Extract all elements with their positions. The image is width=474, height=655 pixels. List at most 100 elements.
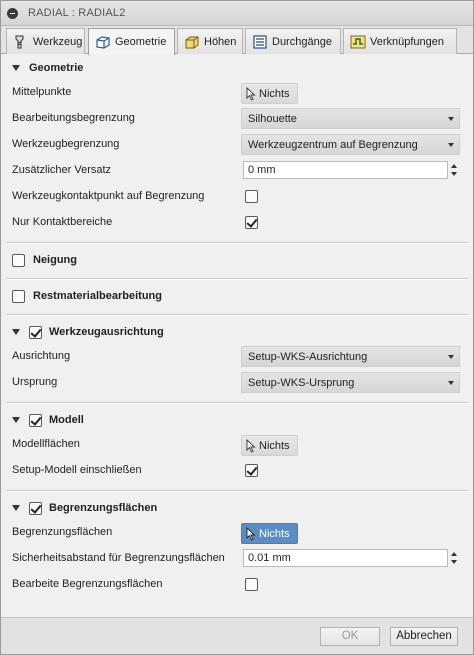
row-werkzeugbegrenzung: Werkzeugbegrenzung Werkzeugzentrum auf B… — [1, 133, 473, 157]
tab-verknuepfungen[interactable]: Verknüpfungen — [343, 28, 457, 54]
tab-geometrie[interactable]: Geometrie — [88, 28, 175, 55]
chevron-down-icon — [448, 381, 454, 385]
row-begrenzungsflaechen: Begrenzungsflächen Nichts — [1, 521, 473, 545]
kontaktbereiche-checkbox[interactable] — [245, 216, 258, 229]
linking-icon — [350, 35, 366, 48]
chevron-down-icon — [448, 117, 454, 121]
dialog-footer: OK Abbrechen — [1, 617, 473, 654]
tool-icon — [15, 35, 24, 48]
section-geometrie[interactable]: Geometrie — [1, 56, 473, 80]
tab-label: Verknüpfungen — [370, 35, 445, 48]
row-versatz: Zusätzlicher Versatz 0 mm — [1, 159, 473, 183]
ursprung-dropdown[interactable]: Setup-WKS-Ursprung — [241, 372, 460, 393]
versatz-label: Zusätzlicher Versatz — [12, 164, 112, 176]
section-title: Geometrie — [29, 62, 84, 74]
kontaktpunkt-checkbox[interactable] — [245, 190, 258, 203]
spin-up-icon[interactable] — [451, 552, 457, 556]
collapse-triangle-icon[interactable] — [12, 65, 20, 71]
tab-label: Durchgänge — [272, 35, 332, 48]
row-kontaktbereiche: Nur Kontaktbereiche — [1, 211, 473, 235]
kontaktpunkt-label: Werkzeugkontaktpunkt auf Begrenzung — [12, 190, 205, 202]
tab-hoehen[interactable]: Höhen — [177, 28, 243, 54]
spin-up-icon[interactable] — [451, 164, 457, 168]
spin-down-icon[interactable] — [451, 172, 457, 176]
dropdown-value: Setup-WKS-Ausrichtung — [248, 350, 368, 363]
section-restmaterial[interactable]: Restmaterialbearbeitung — [1, 284, 473, 308]
cancel-button[interactable]: Abbrechen — [390, 627, 458, 646]
sicherheitsabstand-spinner[interactable] — [449, 549, 459, 567]
section-title: Neigung — [33, 254, 77, 266]
section-title: Restmaterialbearbeitung — [33, 290, 162, 302]
bearbeite-begrenzung-checkbox[interactable] — [245, 578, 258, 591]
werkzeugausrichtung-checkbox[interactable] — [29, 325, 42, 339]
sicherheitsabstand-input[interactable]: 0.01 mm — [243, 549, 448, 567]
settings-panel: Geometrie Mittelpunkte Nichts Bearbeitun… — [1, 55, 473, 617]
tab-label: Werkzeug — [33, 35, 83, 48]
close-icon[interactable] — [7, 7, 18, 19]
divider — [6, 314, 468, 316]
begrenzungsflaechen-checkbox[interactable] — [29, 501, 42, 515]
dropdown-value: Werkzeugzentrum auf Begrenzung — [248, 138, 418, 151]
collapse-triangle-icon[interactable] — [12, 329, 20, 335]
werkzeugbegrenzung-dropdown[interactable]: Werkzeugzentrum auf Begrenzung — [241, 134, 460, 155]
collapse-triangle-icon[interactable] — [12, 417, 20, 423]
neigung-checkbox[interactable] — [12, 253, 25, 267]
button-label: Nichts — [259, 439, 290, 452]
begrenzungsflaechen-select-button[interactable]: Nichts — [241, 523, 298, 544]
collapse-triangle-icon[interactable] — [12, 505, 20, 511]
row-bearbeite-begrenzung: Bearbeite Begrenzungsflächen — [1, 573, 473, 597]
begrenzungsflaechen-label: Begrenzungsflächen — [12, 526, 113, 538]
divider — [6, 242, 468, 244]
section-neigung[interactable]: Neigung — [1, 248, 473, 272]
ursprung-label: Ursprung — [12, 376, 58, 388]
setup-modell-checkbox[interactable] — [245, 464, 258, 477]
bearbeitungsbegrenzung-label: Bearbeitungsbegrenzung — [12, 112, 135, 124]
button-label: Nichts — [259, 527, 290, 540]
divider — [6, 490, 468, 492]
radial-dialog: RADIAL : RADIAL2 Werkzeug Geometrie Höhe… — [0, 0, 474, 655]
tab-label: Geometrie — [115, 36, 167, 48]
versatz-spinner[interactable] — [449, 161, 459, 179]
button-label: Nichts — [259, 87, 290, 100]
tab-bar: Werkzeug Geometrie Höhen Durchgänge Verk… — [1, 26, 473, 55]
tab-label: Höhen — [204, 35, 237, 48]
title-bar[interactable]: RADIAL : RADIAL2 — [1, 1, 473, 26]
chevron-down-icon — [448, 355, 454, 359]
ausrichtung-dropdown[interactable]: Setup-WKS-Ausrichtung — [241, 346, 460, 367]
section-begrenzungsflaechen[interactable]: Begrenzungsflächen — [1, 496, 473, 520]
geometry-cube-icon — [96, 36, 110, 49]
window-title: RADIAL : RADIAL2 — [28, 7, 126, 19]
section-title: Begrenzungsflächen — [49, 502, 158, 514]
setup-modell-label: Setup-Modell einschließen — [12, 464, 142, 476]
tab-durchgaenge[interactable]: Durchgänge — [245, 28, 341, 54]
chevron-down-icon — [448, 143, 454, 147]
sicherheitsabstand-label: Sicherheitsabstand für Begrenzungsfläche… — [12, 552, 225, 564]
row-mittelpunkte: Mittelpunkte Nichts — [1, 81, 473, 105]
mittelpunkte-select-button[interactable]: Nichts — [241, 83, 298, 104]
modell-checkbox[interactable] — [29, 413, 42, 427]
divider — [6, 402, 468, 404]
versatz-input[interactable]: 0 mm — [243, 161, 448, 179]
row-bearbeitungsbegrenzung: Bearbeitungsbegrenzung Silhouette — [1, 107, 473, 131]
spin-down-icon[interactable] — [451, 560, 457, 564]
heights-box-icon — [185, 36, 199, 48]
divider — [6, 278, 468, 280]
section-werkzeugausrichtung[interactable]: Werkzeugausrichtung — [1, 320, 473, 344]
cursor-arrow-icon — [246, 526, 256, 541]
bearbeitungsbegrenzung-dropdown[interactable]: Silhouette — [241, 108, 460, 129]
kontaktbereiche-label: Nur Kontaktbereiche — [12, 216, 113, 228]
row-kontaktpunkt: Werkzeugkontaktpunkt auf Begrenzung — [1, 185, 473, 209]
ok-button[interactable]: OK — [320, 627, 380, 646]
cursor-arrow-icon — [246, 438, 256, 453]
modellflaechen-select-button[interactable]: Nichts — [241, 435, 298, 456]
row-ausrichtung: Ausrichtung Setup-WKS-Ausrichtung — [1, 345, 473, 369]
bearbeite-begrenzung-label: Bearbeite Begrenzungsflächen — [12, 578, 163, 590]
dropdown-value: Silhouette — [248, 112, 297, 125]
restmaterial-checkbox[interactable] — [12, 289, 25, 303]
section-title: Werkzeugausrichtung — [49, 326, 164, 338]
werkzeugbegrenzung-label: Werkzeugbegrenzung — [12, 138, 120, 150]
cursor-arrow-icon — [246, 86, 256, 101]
row-sicherheitsabstand: Sicherheitsabstand für Begrenzungsfläche… — [1, 547, 473, 571]
section-modell[interactable]: Modell — [1, 408, 473, 432]
tab-werkzeug[interactable]: Werkzeug — [6, 28, 85, 54]
